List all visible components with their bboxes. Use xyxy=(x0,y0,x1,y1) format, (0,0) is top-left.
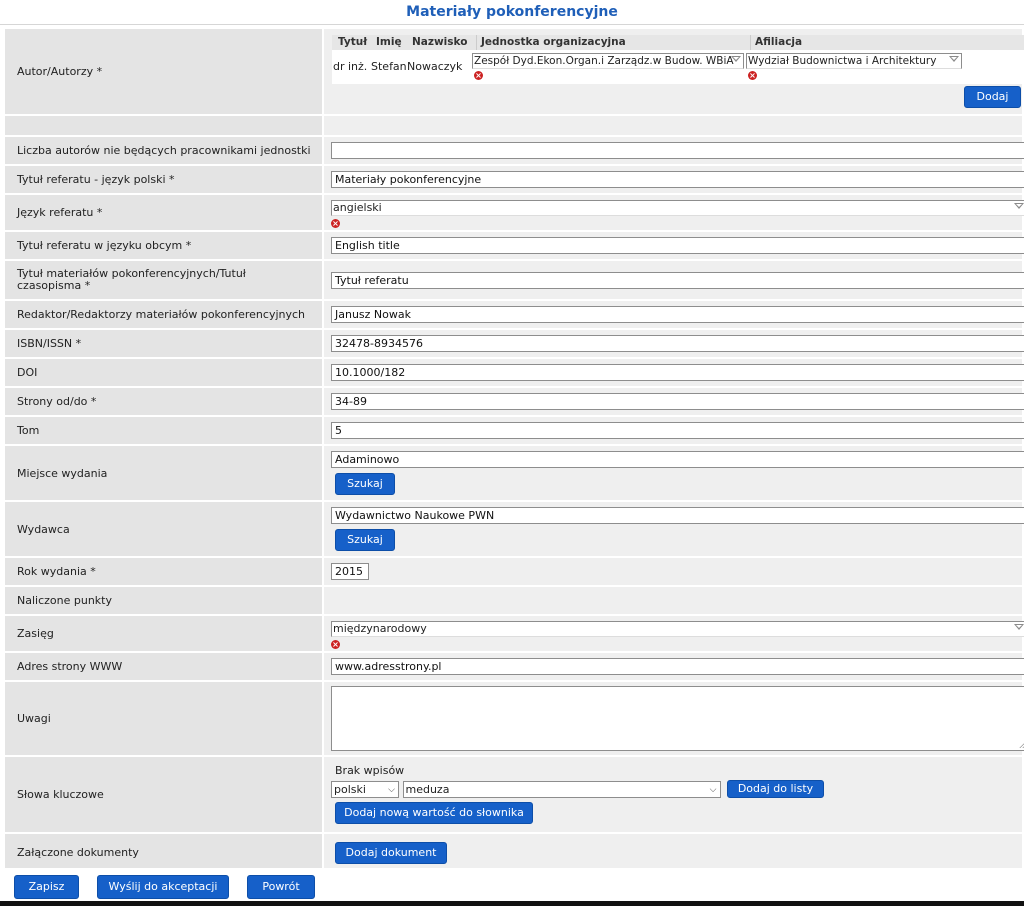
authors-cell: Tytuł Imię Nazwisko Jednostka organizacy… xyxy=(323,29,1024,116)
chevron-down-icon xyxy=(949,56,959,62)
year-row: Rok wydania * 2015 xyxy=(5,557,1022,587)
resize-grip-icon[interactable] xyxy=(1019,742,1024,748)
author-title: dr inż. xyxy=(333,60,368,73)
doi-label: DOI xyxy=(5,358,324,388)
notes-textarea[interactable] xyxy=(331,686,1024,751)
www-label: Adres strony WWW xyxy=(5,652,324,682)
page-title: Materiały pokonferencyjne xyxy=(0,0,1024,25)
spacer-row xyxy=(5,115,1022,137)
publisher-label: Wydawca xyxy=(5,501,324,558)
scope-row: Zasięg międzynarodowy × xyxy=(5,615,1024,653)
author-affiliation-select[interactable]: Wydział Budownictwa i Architektury xyxy=(746,53,962,69)
keyword-language-select[interactable]: polski ⌵ xyxy=(331,780,399,798)
title-foreign-label: Tytuł referatu w języku obcym * xyxy=(5,231,324,261)
title-foreign-input[interactable]: English title xyxy=(331,237,1024,254)
authors-label: Autor/Autorzy * xyxy=(5,29,324,116)
authors-table-header: Tytuł Imię Nazwisko Jednostka organizacy… xyxy=(332,35,1024,50)
proceedings-title-label: Tytuł materiałów pokonferencyjnych/Tutuł… xyxy=(5,260,324,301)
non-staff-count-label: Liczba autorów nie będących pracownikami… xyxy=(5,136,324,166)
isbn-row: ISBN/ISSN * 32478-8934576 xyxy=(5,329,1024,359)
www-input[interactable]: www.adresstrony.pl xyxy=(331,658,1024,675)
doi-input[interactable]: 10.1000/182 xyxy=(331,364,1024,381)
pages-row: Strony od/do * 34-89 xyxy=(5,387,1024,417)
chevron-down-icon: ⌵ xyxy=(388,784,395,795)
keywords-row: Słowa kluczowe Brak wpisów polski ⌵ medu… xyxy=(5,756,1022,834)
author-last-name: Nowaczyk xyxy=(407,60,463,73)
year-label: Rok wydania * xyxy=(5,557,324,587)
isbn-input[interactable]: 32478-8934576 xyxy=(331,335,1024,352)
title-pl-input[interactable]: Materiały pokonferencyjne xyxy=(331,171,1024,188)
non-staff-count-input[interactable] xyxy=(331,142,1024,159)
keywords-controls: polski ⌵ meduza ⌵ Dodaj do listy xyxy=(331,780,1014,800)
www-row: Adres strony WWW www.adresstrony.pl xyxy=(5,652,1024,682)
error-icon: × xyxy=(331,640,340,649)
chevron-down-icon xyxy=(1014,624,1024,630)
publisher-input[interactable]: Wydawnictwo Naukowe PWN xyxy=(331,507,1024,524)
keywords-label: Słowa kluczowe xyxy=(5,756,324,834)
place-search-button[interactable]: Szukaj xyxy=(335,473,395,495)
chevron-down-icon: ⌵ xyxy=(709,784,717,795)
pages-label: Strony od/do * xyxy=(5,387,324,417)
add-document-button[interactable]: Dodaj dokument xyxy=(335,841,447,864)
editors-input[interactable]: Janusz Nowak xyxy=(331,306,1024,323)
place-input[interactable]: Adaminowo xyxy=(331,451,1024,468)
submit-for-approval-button[interactable]: Wyślij do akceptacji xyxy=(97,875,229,899)
language-select[interactable]: angielski xyxy=(331,200,1024,216)
publisher-row: Wydawca Wydawnictwo Naukowe PWN Szukaj xyxy=(5,501,1024,558)
chevron-down-icon xyxy=(1014,203,1024,209)
language-row: Język referatu * angielski × xyxy=(5,194,1024,232)
place-label: Miejsce wydania xyxy=(5,445,324,502)
publication-form: Autor/Autorzy * Tytuł Imię Nazwisko Jedn… xyxy=(5,29,1024,873)
proceedings-title-row: Tytuł materiałów pokonferencyjnych/Tutuł… xyxy=(5,260,1024,301)
add-author-button[interactable]: Dodaj xyxy=(964,86,1021,108)
title-pl-row: Tytuł referatu - język polski * Materiał… xyxy=(5,165,1024,195)
notes-row: Uwagi xyxy=(5,681,1024,757)
proceedings-title-input[interactable]: Tytuł referatu xyxy=(331,271,1024,289)
doi-row: DOI 10.1000/182 xyxy=(5,358,1024,388)
year-input[interactable]: 2015 xyxy=(331,563,369,580)
language-label: Język referatu * xyxy=(5,194,324,232)
col-unit: Jednostka organizacyjna xyxy=(476,35,626,50)
error-icon: × xyxy=(748,71,757,80)
add-dictionary-value-button[interactable]: Dodaj nową wartość do słownika xyxy=(335,802,533,824)
keyword-word-select[interactable]: meduza ⌵ xyxy=(402,780,721,798)
add-to-list-button[interactable]: Dodaj do listy xyxy=(727,780,824,798)
scope-label: Zasięg xyxy=(5,615,324,653)
author-unit-select[interactable]: Zespół Dyd.Ekon.Organ.i Zarządz.w Budow.… xyxy=(472,53,744,69)
attachments-label: Załączone dokumenty xyxy=(5,833,324,873)
non-staff-count-row: Liczba autorów nie będących pracownikami… xyxy=(5,136,1024,166)
save-button[interactable]: Zapisz xyxy=(14,875,79,899)
volume-input[interactable]: 5 xyxy=(331,422,1024,439)
editors-label: Redaktor/Redaktorzy materiałów pokonfere… xyxy=(5,300,324,330)
scope-select[interactable]: międzynarodowy xyxy=(331,621,1024,637)
attachments-row: Załączone dokumenty Dodaj dokument xyxy=(5,833,1022,873)
author-first-name: Stefan xyxy=(371,60,407,73)
points-row: Naliczone punkty xyxy=(5,586,1022,616)
error-icon: × xyxy=(474,71,483,80)
title-foreign-row: Tytuł referatu w języku obcym * English … xyxy=(5,231,1024,261)
editors-row: Redaktor/Redaktorzy materiałów pokonfere… xyxy=(5,300,1024,330)
col-last-name: Nazwisko xyxy=(412,35,468,50)
place-row: Miejsce wydania Adaminowo Szukaj xyxy=(5,445,1024,502)
notes-label: Uwagi xyxy=(5,681,324,757)
error-icon: × xyxy=(331,219,340,228)
authors-table: Tytuł Imię Nazwisko Jednostka organizacy… xyxy=(332,35,1024,84)
points-value xyxy=(323,586,1022,616)
keywords-empty-text: Brak wpisów xyxy=(335,764,405,777)
points-label: Naliczone punkty xyxy=(5,586,324,616)
volume-row: Tom 5 xyxy=(5,416,1024,446)
title-pl-label: Tytuł referatu - język polski * xyxy=(5,165,324,195)
window-bottom-border xyxy=(0,901,1024,906)
col-affiliation: Afiliacja xyxy=(750,35,803,50)
volume-label: Tom xyxy=(5,416,324,446)
authors-row: Autor/Autorzy * Tytuł Imię Nazwisko Jedn… xyxy=(5,29,1024,116)
col-title: Tytuł xyxy=(338,35,368,50)
col-first-name: Imię xyxy=(376,35,402,50)
isbn-label: ISBN/ISSN * xyxy=(5,329,324,359)
pages-input[interactable]: 34-89 xyxy=(331,393,1024,410)
author-row: dr inż. Stefan Nowaczyk Zespół Dyd.Ekon.… xyxy=(332,50,1024,84)
back-button[interactable]: Powrót xyxy=(247,875,315,899)
chevron-down-icon xyxy=(731,56,741,62)
publisher-search-button[interactable]: Szukaj xyxy=(335,529,395,551)
